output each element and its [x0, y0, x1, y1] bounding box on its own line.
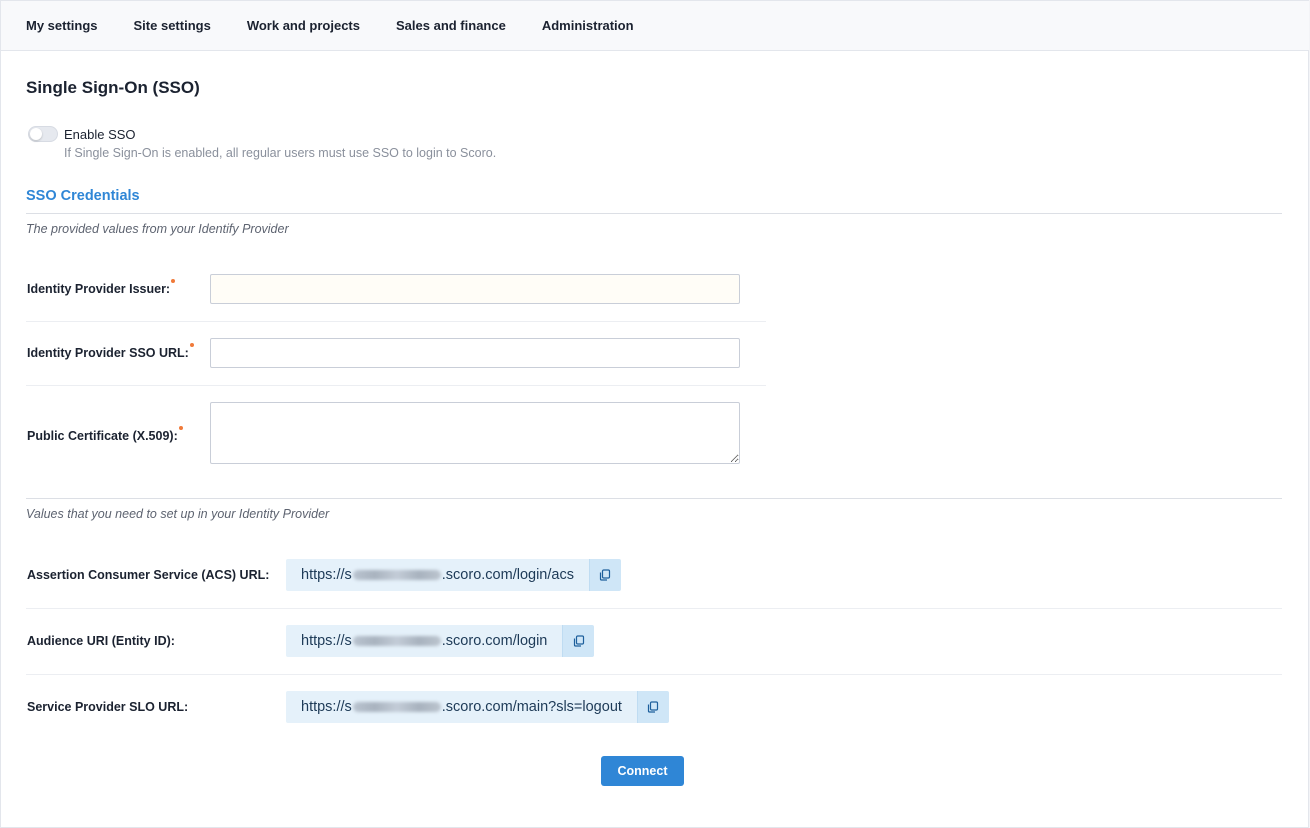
issuer-label: Identity Provider Issuer:: [27, 279, 176, 296]
row-separator: [26, 321, 766, 322]
audience-uri-field: https://s .scoro.com/login: [286, 625, 595, 657]
required-marker: [171, 279, 176, 283]
row-separator: [26, 385, 766, 386]
settings-page: My settings Site settings Work and proje…: [0, 0, 1309, 828]
nav-site-settings[interactable]: Site settings: [116, 1, 229, 51]
nav-administration[interactable]: Administration: [524, 1, 652, 51]
nav-work-and-projects[interactable]: Work and projects: [229, 1, 378, 51]
redacted-subdomain: [352, 702, 441, 713]
audience-uri-label: Audience URI (Entity ID):: [27, 634, 175, 648]
section-divider: [26, 498, 1282, 499]
slo-url-field: https://s .scoro.com/main?sls=logout: [286, 691, 669, 723]
acs-url-value: https://s .scoro.com/login/acs: [286, 559, 589, 591]
sso-url-input[interactable]: [210, 338, 740, 368]
enable-sso-help-text: If Single Sign-On is enabled, all regula…: [64, 146, 497, 160]
copy-icon: [600, 569, 611, 581]
toggle-knob: [30, 128, 42, 140]
nav-my-settings[interactable]: My settings: [8, 1, 116, 51]
enable-sso-label: Enable SSO: [64, 127, 136, 142]
redacted-subdomain: [352, 570, 441, 581]
copy-icon: [573, 635, 584, 647]
copy-audience-uri-button[interactable]: [562, 625, 595, 657]
required-marker: [178, 426, 183, 430]
nav-sales-and-finance[interactable]: Sales and finance: [378, 1, 524, 51]
slo-url-label: Service Provider SLO URL:: [27, 700, 189, 714]
certificate-textarea[interactable]: [210, 402, 740, 464]
slo-url-value: https://s .scoro.com/main?sls=logout: [286, 691, 637, 723]
section-divider: [26, 213, 1282, 214]
sso-url-label: Identity Provider SSO URL:: [27, 343, 194, 360]
acs-url-label: Assertion Consumer Service (ACS) URL:: [27, 568, 270, 582]
certificate-label: Public Certificate (X.509):: [27, 426, 183, 443]
copy-slo-url-button[interactable]: [636, 691, 669, 723]
row-separator: [26, 674, 1282, 675]
issuer-input[interactable]: [210, 274, 740, 304]
credentials-hint: The provided values from your Identify P…: [26, 222, 289, 236]
sso-credentials-heading: SSO Credentials: [26, 188, 140, 204]
required-marker: [189, 343, 194, 347]
copy-acs-url-button[interactable]: [588, 559, 621, 591]
top-navigation: My settings Site settings Work and proje…: [1, 1, 1309, 51]
redacted-subdomain: [352, 636, 441, 647]
connect-button[interactable]: Connect: [601, 756, 684, 786]
enable-sso-toggle[interactable]: [28, 126, 58, 142]
provider-values-hint: Values that you need to set up in your I…: [26, 507, 330, 521]
page-title: Single Sign-On (SSO): [26, 78, 200, 97]
copy-icon: [648, 701, 659, 713]
acs-url-field: https://s .scoro.com/login/acs: [286, 559, 621, 591]
row-separator: [26, 608, 1282, 609]
audience-uri-value: https://s .scoro.com/login: [286, 625, 563, 657]
